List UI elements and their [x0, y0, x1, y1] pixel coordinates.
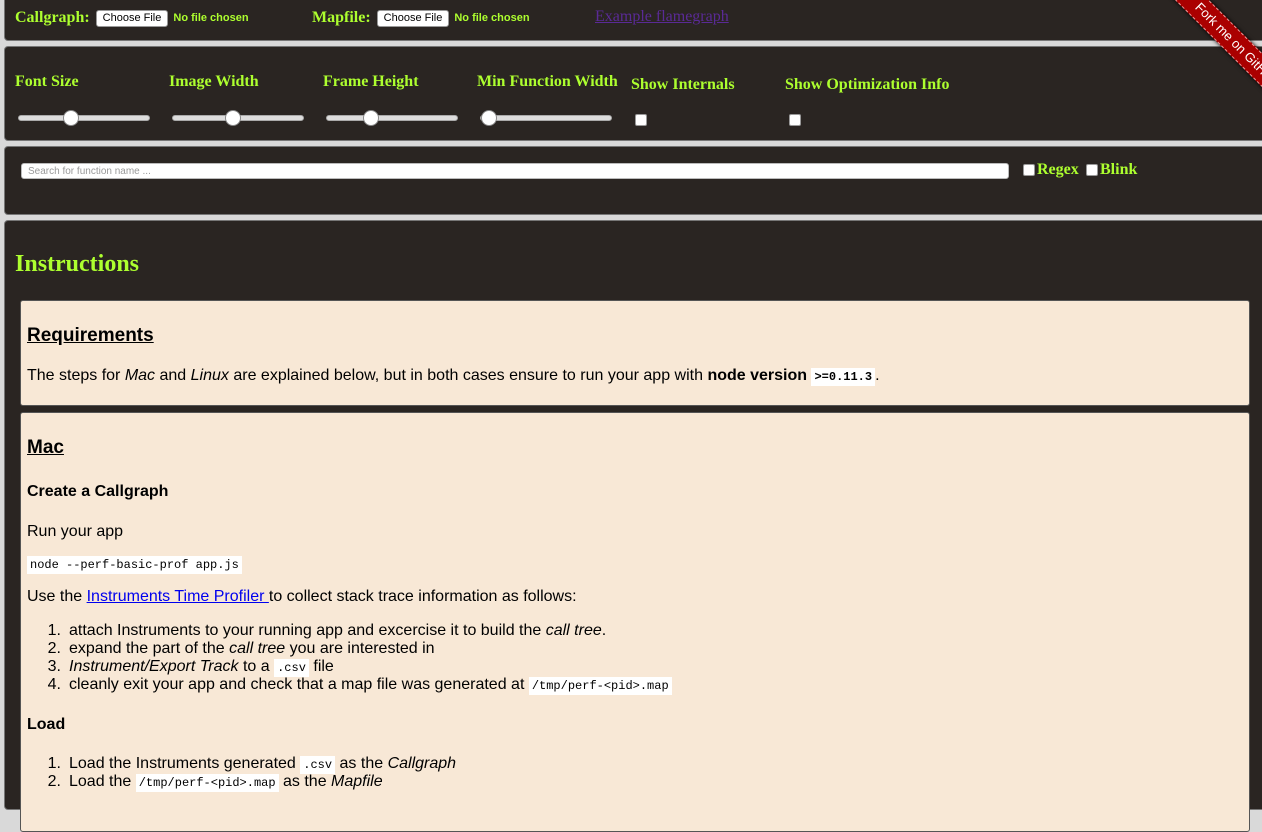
mapfile-choose-file-button[interactable]: Choose File [376, 9, 450, 27]
slider-thumb[interactable] [225, 110, 242, 126]
instruments-time-profiler-link[interactable]: Instruments Time Profiler [87, 588, 269, 605]
regex-label: Regex [1037, 161, 1079, 178]
font-size-label: Font Size [15, 73, 79, 90]
list-item: 1. Load the Instruments generated .csv as… [47, 755, 457, 774]
list-item: 2. expand the part of the call tree you a… [47, 640, 435, 657]
search-input[interactable]: Search for function name ... [21, 163, 1009, 179]
slider-thumb[interactable] [63, 110, 80, 126]
mac-card: Mac Create a Callgraph Run your app node… [20, 412, 1250, 832]
callgraph-file-status: No file chosen [173, 12, 249, 24]
mapfile-row: Mapfile: Choose File No file chosen [312, 9, 530, 27]
min-function-width-label: Min Function Width [477, 73, 618, 90]
load-steps-list: 1. Load the Instruments generated .csv as… [41, 755, 457, 792]
regex-checkbox[interactable] [1023, 164, 1035, 176]
requirements-heading: Requirements [27, 325, 154, 346]
version-code: >=0.11.3 [811, 368, 876, 386]
mapfile-file-status: No file chosen [454, 12, 530, 24]
instructions-title: Instructions [15, 251, 140, 277]
callgraph-choose-file-button[interactable]: Choose File [95, 9, 169, 27]
load-heading: Load [27, 716, 66, 733]
blink-option[interactable]: Blink [1086, 161, 1137, 179]
font-size-slider[interactable] [18, 110, 150, 126]
callgraph-row: Callgraph: Choose File No file chosen [15, 9, 249, 27]
show-optimization-checkbox[interactable] [789, 114, 801, 126]
slider-thumb[interactable] [362, 110, 379, 126]
file-panel: Callgraph: Choose File No file chosen Ma… [4, 0, 1262, 41]
list-item: 4. cleanly exit your app and check that a… [41, 676, 672, 695]
frame-height-slider[interactable] [326, 110, 458, 126]
frame-height-label: Frame Height [323, 73, 419, 90]
image-width-label: Image Width [169, 73, 259, 90]
blink-checkbox[interactable] [1086, 164, 1098, 176]
slider-thumb[interactable] [481, 110, 497, 126]
callgraph-label: Callgraph: [15, 9, 90, 26]
regex-option[interactable]: Regex [1023, 161, 1079, 179]
show-optimization-label: Show Optimization Info [785, 76, 950, 93]
use-instruments-text: Use the Instruments Time Profiler to col… [27, 588, 577, 605]
mapfile-label: Mapfile: [312, 9, 371, 26]
mac-heading: Mac [27, 437, 64, 458]
instructions-panel: Instructions Requirements The steps for … [4, 220, 1262, 832]
blink-label: Blink [1100, 161, 1138, 178]
min-function-width-slider[interactable] [480, 110, 612, 126]
fork-me-on-github-ribbon[interactable]: Fork me on GitHub [1156, 0, 1262, 124]
run-app-text: Run your app [27, 523, 124, 540]
show-internals-label: Show Internals [631, 76, 735, 93]
image-width-slider[interactable] [172, 110, 304, 126]
list-item: 3. Instrument/Export Track to a .csv file [47, 658, 334, 677]
controls-panel: Font Size Image Width Frame Height Min F… [4, 46, 1262, 141]
list-item: 1. attach Instruments to your running app… [47, 622, 607, 639]
list-item: 2. Load the /tmp/perf-<pid>.map as the Ma… [47, 773, 383, 792]
requirements-text: The steps for Mac and Linux are explaine… [27, 367, 880, 386]
github-ribbon-container: Fork me on GitHub [1112, 0, 1262, 150]
search-panel: Search for function name ... Regex Blink [4, 146, 1262, 215]
show-internals-checkbox[interactable] [635, 114, 647, 126]
create-steps-list: 1. attach Instruments to your running app… [41, 622, 672, 695]
example-flamegraph-link[interactable]: Example flamegraph [595, 8, 729, 26]
run-command: node --perf-basic-prof app.js [27, 555, 242, 574]
requirements-card: Requirements The steps for Mac and Linux… [20, 300, 1250, 406]
create-callgraph-heading: Create a Callgraph [27, 483, 169, 500]
